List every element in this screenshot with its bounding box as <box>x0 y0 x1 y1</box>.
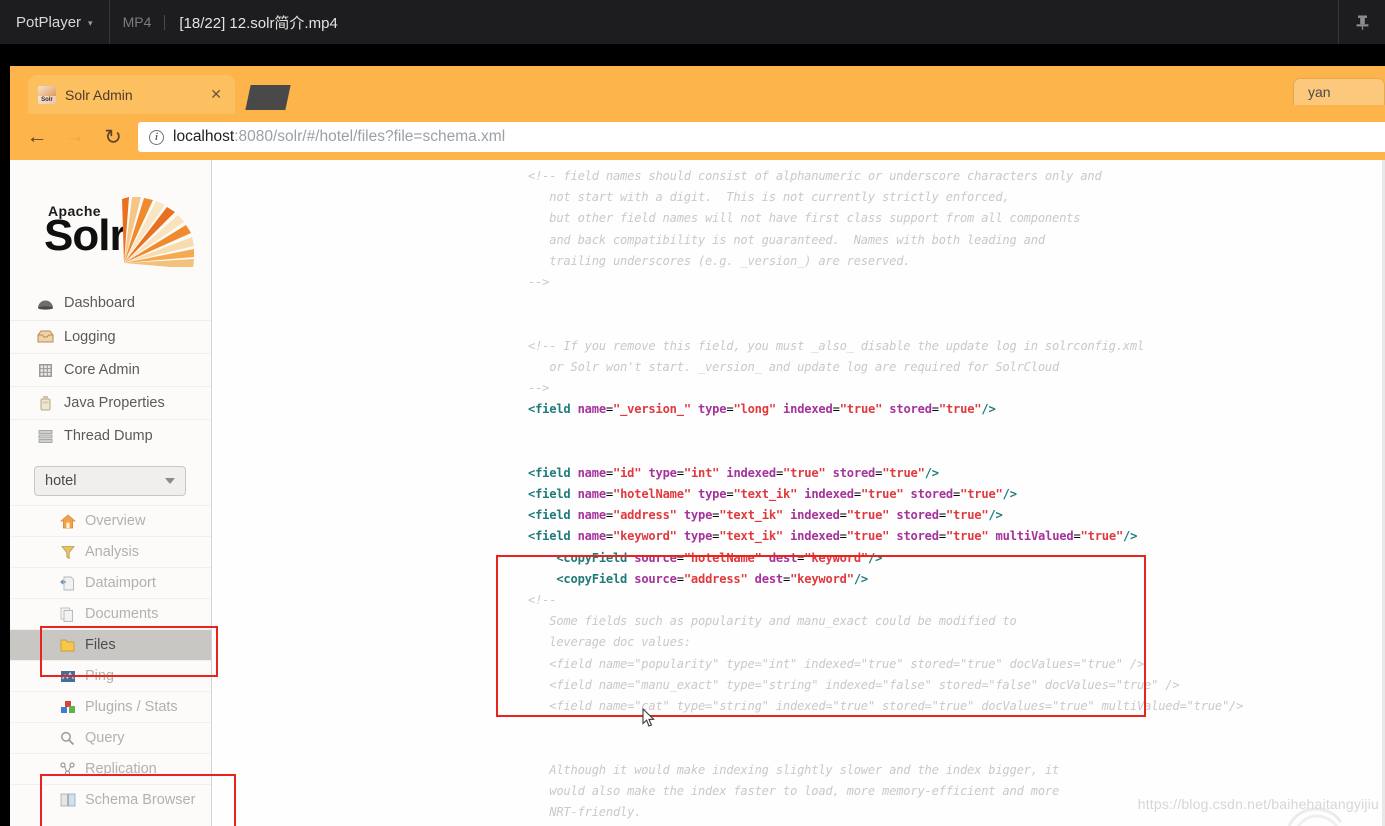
schema-xml-source: <!-- field names should consist of alpha… <box>528 169 1244 819</box>
sidebar-item-label: Replication <box>85 761 157 777</box>
screen: PotPlayer ▾ MP4 [18/22] 12.solr简介.mp4 So… <box>0 0 1385 826</box>
sidebar-item-label: Logging <box>64 328 116 345</box>
sidebar-item-documents[interactable]: Documents <box>10 598 211 629</box>
address-bar[interactable]: i localhost:8080/solr/#/hotel/files?file… <box>138 122 1385 152</box>
folder-icon <box>58 637 77 654</box>
browser-toolbar: ← → ↻ i localhost:8080/solr/#/hotel/file… <box>10 114 1385 160</box>
sidebar-item-label: Core Admin <box>64 361 140 378</box>
sidebar-item-dataimport[interactable]: Dataimport <box>10 567 211 598</box>
sidebar-item-plugins-stats[interactable]: Plugins / Stats <box>10 691 211 722</box>
address-bar-url: localhost:8080/solr/#/hotel/files?file=s… <box>173 128 505 146</box>
page-viewport: Apache Solr Dashboard Logging Core Admin… <box>10 160 1385 826</box>
solr-favicon-icon <box>38 85 56 104</box>
browser-tabstrip: Solr Admin ✕ yan <box>10 66 1385 114</box>
reload-icon[interactable]: ↻ <box>94 118 132 156</box>
solr-sidebar: Apache Solr Dashboard Logging Core Admin… <box>10 160 212 826</box>
sidebar-item-files[interactable]: Files <box>10 629 211 660</box>
pin-icon[interactable] <box>1339 0 1385 44</box>
browser-window: Solr Admin ✕ yan ← → ↻ i localhost:8080/… <box>10 66 1385 826</box>
magnifier-icon <box>58 730 77 747</box>
sidebar-item-label: Ping <box>85 668 115 684</box>
replication-icon <box>58 761 77 778</box>
browser-tab-solr-admin[interactable]: Solr Admin ✕ <box>28 75 235 114</box>
ping-icon <box>58 668 77 685</box>
plugins-icon <box>58 699 77 716</box>
sidebar-item-ping[interactable]: Ping <box>10 660 211 691</box>
sidebar-item-core-admin[interactable]: Core Admin <box>10 353 211 386</box>
sidebar-item-query[interactable]: Query <box>10 722 211 753</box>
sidebar-item-overview[interactable]: Overview <box>10 505 211 536</box>
back-arrow-icon[interactable]: ← <box>18 118 56 156</box>
sidebar-item-logging[interactable]: Logging <box>10 320 211 353</box>
browser-tab-title: Solr Admin <box>65 86 133 103</box>
sidebar-item-label: Analysis <box>85 544 139 560</box>
home-icon <box>58 513 77 530</box>
sidebar-item-label: Plugins / Stats <box>85 699 178 715</box>
watermark-logo-icon <box>1287 807 1343 826</box>
browser-tab-background[interactable]: yan <box>1293 78 1385 105</box>
sidebar-item-analysis[interactable]: Analysis <box>10 536 211 567</box>
core-selector-wrap: hotel <box>10 466 211 496</box>
solr-logo-name: Solr <box>44 211 127 260</box>
sidebar-item-label: Overview <box>85 513 146 529</box>
info-circle-icon[interactable]: i <box>149 129 164 145</box>
core-selector-dropdown[interactable]: hotel <box>34 466 186 496</box>
sidebar-item-schema-browser[interactable]: Schema Browser <box>10 784 211 815</box>
media-format-label: MP4 <box>122 14 152 30</box>
core-selector-value: hotel <box>45 473 77 489</box>
chevron-down-icon <box>165 478 175 484</box>
thread-dump-icon <box>36 428 55 445</box>
forward-arrow-icon[interactable]: → <box>56 118 94 156</box>
sidebar-item-label: Query <box>85 730 125 746</box>
sidebar-item-thread-dump[interactable]: Thread Dump <box>10 419 211 452</box>
potplayer-menu-button[interactable]: PotPlayer ▾ <box>0 0 109 44</box>
sidebar-item-label: Thread Dump <box>64 427 153 444</box>
solr-logo: Apache Solr <box>42 193 194 269</box>
potplayer-app-name: PotPlayer <box>16 13 82 31</box>
close-icon[interactable]: ✕ <box>207 86 225 103</box>
dashboard-icon <box>36 295 55 312</box>
browser-tab-background-title: yan <box>1308 84 1331 100</box>
dataimport-icon <box>58 575 77 592</box>
sidebar-item-label: Files <box>85 637 116 653</box>
new-tab-button[interactable] <box>245 85 291 110</box>
chevron-down-icon: ▾ <box>88 17 93 28</box>
sidebar-item-dashboard[interactable]: Dashboard <box>10 287 211 320</box>
sidebar-item-label: Dashboard <box>64 295 135 312</box>
logging-tray-icon <box>36 329 55 346</box>
media-file-name: [18/22] 12.solr简介.mp4 <box>179 14 338 32</box>
potplayer-window-controls <box>1338 0 1385 44</box>
solr-logo-rays-icon <box>120 193 198 267</box>
book-icon <box>58 792 77 809</box>
sidebar-item-label: Documents <box>85 606 159 622</box>
sidebar-item-label: Java Properties <box>64 394 165 411</box>
address-bar-path: :8080/solr/#/hotel/files?file=schema.xml <box>234 128 506 145</box>
solr-core-nav: Overview Analysis Dataimport Documents F… <box>10 505 211 815</box>
sidebar-item-replication[interactable]: Replication <box>10 753 211 784</box>
address-bar-host: localhost <box>173 128 235 145</box>
potplayer-titlebar: PotPlayer ▾ MP4 [18/22] 12.solr简介.mp4 <box>0 0 1385 44</box>
solr-main-nav: Dashboard Logging Core Admin Java Proper… <box>10 287 211 452</box>
core-admin-icon <box>36 362 55 379</box>
sidebar-item-java-properties[interactable]: Java Properties <box>10 386 211 419</box>
documents-icon <box>58 606 77 623</box>
sidebar-item-label: Dataimport <box>85 575 156 591</box>
sidebar-item-label: Schema Browser <box>85 792 196 808</box>
file-content-panel: <!-- field names should consist of alpha… <box>212 160 1385 826</box>
funnel-icon <box>58 544 77 561</box>
java-properties-icon <box>36 395 55 412</box>
